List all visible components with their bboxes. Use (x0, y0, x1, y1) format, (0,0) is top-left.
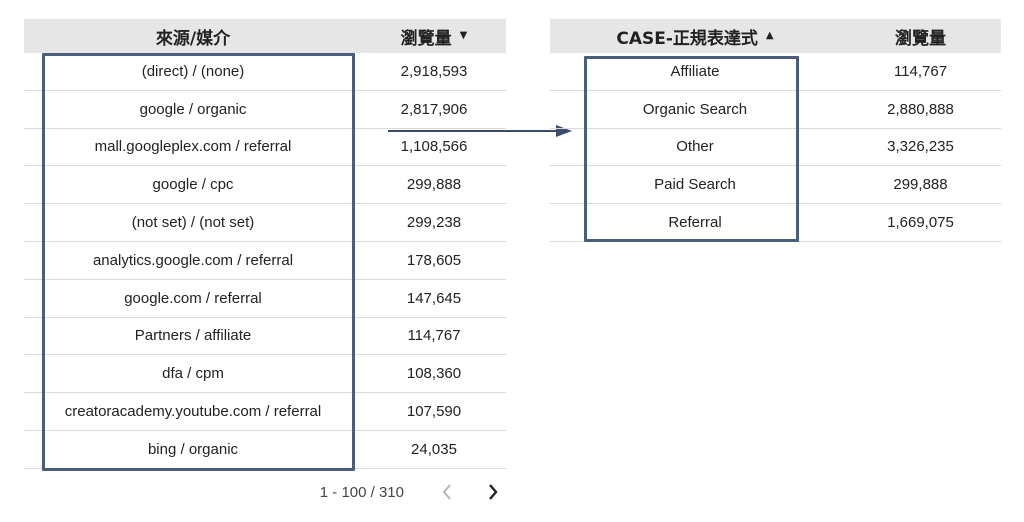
dimension-cell: Organic Search (642, 100, 748, 118)
column-header-pageviews[interactable]: 瀏覽量 ▼ (362, 19, 506, 53)
sort-descending-icon: ▼ (459, 29, 468, 41)
source-medium-table: 來源/媒介 瀏覽量 ▼ (direct) / (none) 2,918,593 go… (24, 19, 506, 469)
pageviews-cell: 3,326,235 (887, 138, 954, 156)
table-header: 來源/媒介 瀏覽量 ▼ (24, 19, 506, 53)
pageviews-cell: 24,035 (411, 440, 457, 458)
chevron-left-icon (442, 484, 451, 500)
dimension-cell: (not set) / (not set) (131, 214, 255, 232)
dimension-cell: google.com / referral (124, 289, 262, 307)
table-row[interactable]: google.com / referral 147,645 (24, 280, 506, 318)
chevron-right-icon (489, 484, 498, 500)
pageviews-cell: 2,880,888 (887, 100, 954, 118)
table-row[interactable]: Partners / affiliate 114,767 (24, 318, 506, 356)
column-header-source-medium[interactable]: 來源/媒介 (24, 19, 362, 53)
pageviews-cell: 114,767 (407, 327, 461, 345)
pageviews-cell: 1,669,075 (887, 214, 954, 232)
pageviews-cell: 299,888 (406, 176, 462, 194)
table-body: (direct) / (none) 2,918,593 google / organ… (24, 53, 506, 469)
column-header-label: 瀏覽量 (895, 28, 946, 49)
table-row[interactable]: (direct) / (none) 2,918,593 (24, 53, 506, 91)
table-row[interactable]: dfa / cpm 108,360 (24, 355, 506, 394)
dimension-cell: Referral (668, 214, 722, 232)
pageviews-cell: 299,238 (406, 214, 462, 232)
table-row[interactable]: (not set) / (not set) 299,238 (24, 204, 506, 242)
dimension-cell: google / cpc (152, 176, 234, 194)
pagination: 1 - 100 / 310 (0, 480, 506, 504)
dimension-cell: Affiliate (670, 62, 720, 80)
column-header-label: CASE-正規表達式 (616, 28, 758, 49)
next-page-button[interactable] (480, 480, 506, 504)
table-row[interactable]: Referral 1,669,075 (550, 204, 1001, 242)
pageviews-cell: 147,645 (406, 289, 462, 307)
column-header-label: 瀏覽量 (400, 28, 452, 49)
dimension-cell: dfa / cpm (162, 365, 224, 383)
dimension-cell: mall.googleplex.com / referral (94, 138, 292, 156)
table-row[interactable]: Organic Search 2,880,888 (550, 91, 1001, 129)
table-header: CASE-正規表達式 ▲ 瀏覽量 (550, 19, 1001, 53)
table-row[interactable]: google / cpc 299,888 (24, 166, 506, 205)
dimension-cell: Paid Search (654, 176, 736, 194)
dimension-cell: creatoracademy.youtube.com / referral (64, 403, 322, 421)
dimension-cell: (direct) / (none) (141, 62, 245, 80)
table-body: Affiliate 114,767 Organic Search 2,880,888 O… (550, 53, 1001, 242)
table-row[interactable]: creatoracademy.youtube.com / referral 107… (24, 393, 506, 431)
pageviews-cell: 2,918,593 (400, 62, 468, 80)
dimension-cell: analytics.google.com / referral (92, 251, 294, 269)
column-header-pageviews[interactable]: 瀏覽量 (840, 19, 1001, 53)
table-row[interactable]: Other 3,326,235 (550, 129, 1001, 167)
table-row[interactable]: Paid Search 299,888 (550, 166, 1001, 205)
dimension-cell: bing / organic (147, 440, 239, 458)
pageviews-cell: 107,590 (406, 403, 462, 421)
dimension-cell: Other (676, 138, 714, 156)
column-header-case-regex[interactable]: CASE-正規表達式 ▲ (550, 19, 840, 53)
column-header-label: 來源/媒介 (155, 28, 231, 49)
table-row[interactable]: analytics.google.com / referral 178,605 (24, 242, 506, 280)
table-row[interactable]: Affiliate 114,767 (550, 53, 1001, 91)
table-row[interactable]: bing / organic 24,035 (24, 431, 506, 469)
sort-ascending-icon: ▲ (765, 29, 774, 41)
pageviews-cell: 178,605 (406, 251, 462, 269)
dimension-cell: google / organic (139, 100, 247, 118)
prev-page-button[interactable] (434, 480, 460, 504)
dimension-cell: Partners / affiliate (134, 327, 252, 345)
pageviews-cell: 114,767 (893, 62, 948, 80)
channel-grouping-table: CASE-正規表達式 ▲ 瀏覽量 Affiliate 114,767 Organic… (550, 19, 1001, 242)
pagination-range: 1 - 100 / 310 (319, 483, 404, 501)
arrow-right-icon (388, 125, 572, 137)
pageviews-cell: 108,360 (406, 365, 462, 383)
pageviews-cell: 299,888 (893, 176, 948, 194)
